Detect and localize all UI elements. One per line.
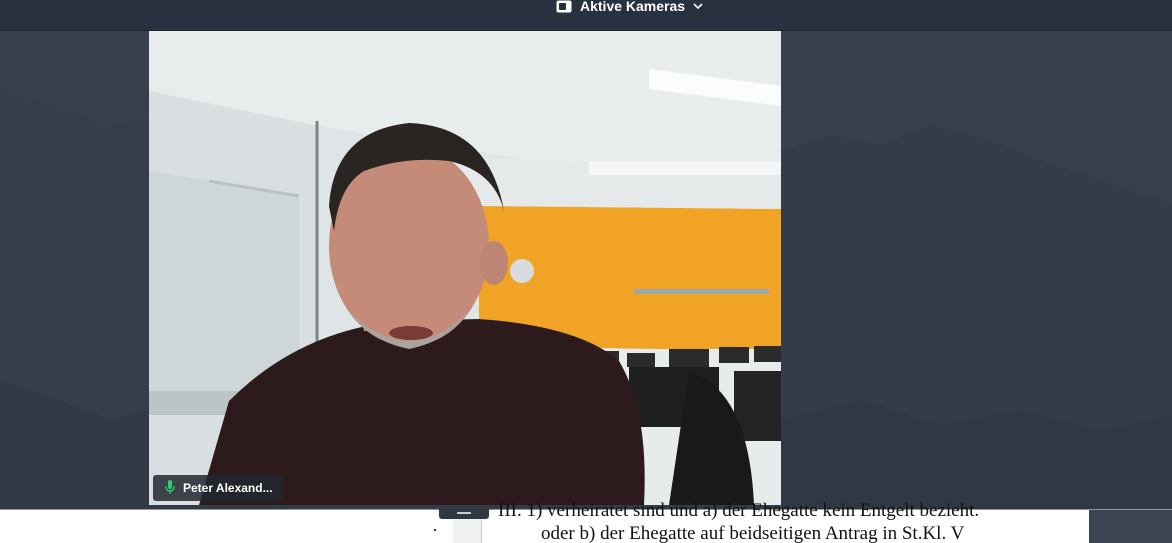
participant-video-feed (149, 31, 781, 505)
document-text-line: III. 1) verheiratet sind und a) der Eheg… (498, 500, 980, 521)
chevron-down-icon (693, 2, 703, 10)
document-gutter (1089, 510, 1172, 543)
participant-video-tile[interactable]: Peter Alexand... (149, 31, 781, 505)
participant-name-tag: Peter Alexand... (153, 475, 283, 501)
shared-document[interactable]: III. 1) verheiratet sind und a) der Eheg… (0, 500, 1172, 543)
meeting-window: Aktive Kameras Peter Alexand... III. 1) … (0, 0, 1172, 543)
document-scroll-handle[interactable] (439, 508, 489, 519)
document-text-line: oder b) der Ehegatte auf beidseitigen An… (541, 523, 965, 543)
microphone-icon (165, 479, 175, 497)
document-margin-mark (434, 529, 436, 531)
active-cameras-label: Aktive Kameras (580, 0, 686, 14)
video-camera-icon (556, 0, 572, 13)
active-cameras-menu[interactable]: Aktive Kameras (556, 0, 703, 15)
top-bar: Aktive Kameras (0, 0, 1172, 31)
participant-name: Peter Alexand... (183, 481, 273, 495)
